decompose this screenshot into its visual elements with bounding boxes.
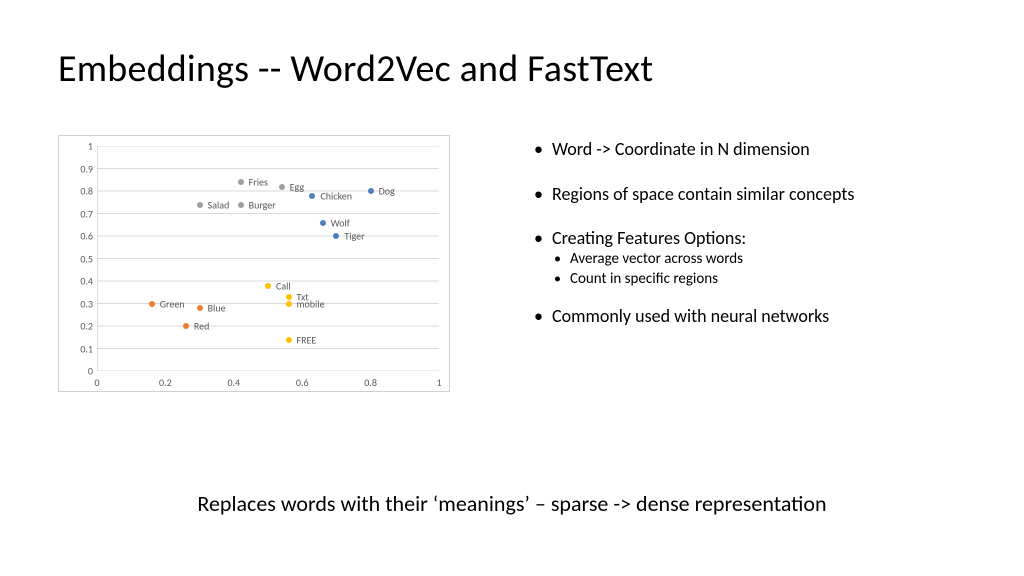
data-point-label: Red <box>194 320 209 333</box>
page-title: Embeddings -- Word2Vec and FastText <box>58 46 653 92</box>
data-point-label: Fries <box>249 176 268 189</box>
data-point <box>333 233 339 239</box>
y-tick-label: 0.5 <box>65 252 93 265</box>
data-point <box>238 202 244 208</box>
data-point <box>309 193 315 199</box>
data-point <box>183 323 189 329</box>
x-tick-label: 0.6 <box>296 376 309 389</box>
x-tick-label: 1 <box>436 376 441 389</box>
y-tick-label: 0.4 <box>65 275 93 288</box>
bullet-item: Word -> Coordinate in N dimension <box>530 138 990 161</box>
bullet-text: Word -> Coordinate in N dimension <box>552 138 810 160</box>
data-point-label: Call <box>276 279 291 292</box>
data-point-label: Dog <box>379 185 395 198</box>
bullet-item: Regions of space contain similar concept… <box>530 183 990 206</box>
data-point-label: Burger <box>249 198 276 211</box>
y-tick-label: 0.3 <box>65 297 93 310</box>
chart-grid <box>97 146 439 371</box>
x-tick-label: 0 <box>94 376 99 389</box>
sub-bullet-item: Count in specific regions <box>552 270 990 289</box>
data-point <box>265 283 271 289</box>
bullet-item: Creating Features Options: Average vecto… <box>530 227 990 289</box>
data-point <box>279 184 285 190</box>
y-tick-label: 0.8 <box>65 185 93 198</box>
slide: Embeddings -- Word2Vec and FastText Frie… <box>0 0 1024 576</box>
y-tick-label: 0 <box>65 365 93 378</box>
bullet-text: Average vector across words <box>570 250 743 268</box>
data-point-label: Wolf <box>331 216 350 229</box>
x-tick-label: 0.8 <box>364 376 377 389</box>
data-point-label: mobile <box>297 297 325 310</box>
x-tick-label: 0.2 <box>159 376 172 389</box>
data-point-label: Blue <box>208 302 226 315</box>
bullet-item: Commonly used with neural networks <box>530 305 990 328</box>
bullet-text: Regions of space contain similar concept… <box>552 183 854 205</box>
data-point <box>286 337 292 343</box>
bullet-text: Count in specific regions <box>570 270 718 288</box>
footer-text: Replaces words with their ‘meanings’ – s… <box>0 490 1024 517</box>
data-point-label: Salad <box>208 198 230 211</box>
data-point <box>286 301 292 307</box>
y-tick-label: 0.6 <box>65 230 93 243</box>
data-point <box>149 301 155 307</box>
data-point <box>197 202 203 208</box>
y-tick-label: 0.9 <box>65 162 93 175</box>
sub-bullet-item: Average vector across words <box>552 250 990 269</box>
data-point-label: Green <box>160 297 185 310</box>
data-point <box>286 294 292 300</box>
data-point-label: Tiger <box>344 230 364 243</box>
data-point <box>368 188 374 194</box>
data-point-label: Chicken <box>320 189 352 202</box>
data-point <box>320 220 326 226</box>
y-tick-label: 0.2 <box>65 320 93 333</box>
bullet-text: Commonly used with neural networks <box>552 305 829 327</box>
y-tick-label: 0.1 <box>65 342 93 355</box>
embedding-scatter-chart: Fries Egg Salad Burger Chicken Dog WolfTiger Gr… <box>58 135 450 392</box>
y-tick-label: 0.7 <box>65 207 93 220</box>
x-tick-label: 0.4 <box>227 376 240 389</box>
y-tick-label: 1 <box>65 140 93 153</box>
data-point <box>197 305 203 311</box>
bullet-list: Word -> Coordinate in N dimension Region… <box>530 138 990 350</box>
bullet-text: Creating Features Options: <box>552 227 746 249</box>
data-point <box>238 179 244 185</box>
data-point-label: Egg <box>290 180 304 193</box>
data-point-label: FREE <box>297 333 317 346</box>
